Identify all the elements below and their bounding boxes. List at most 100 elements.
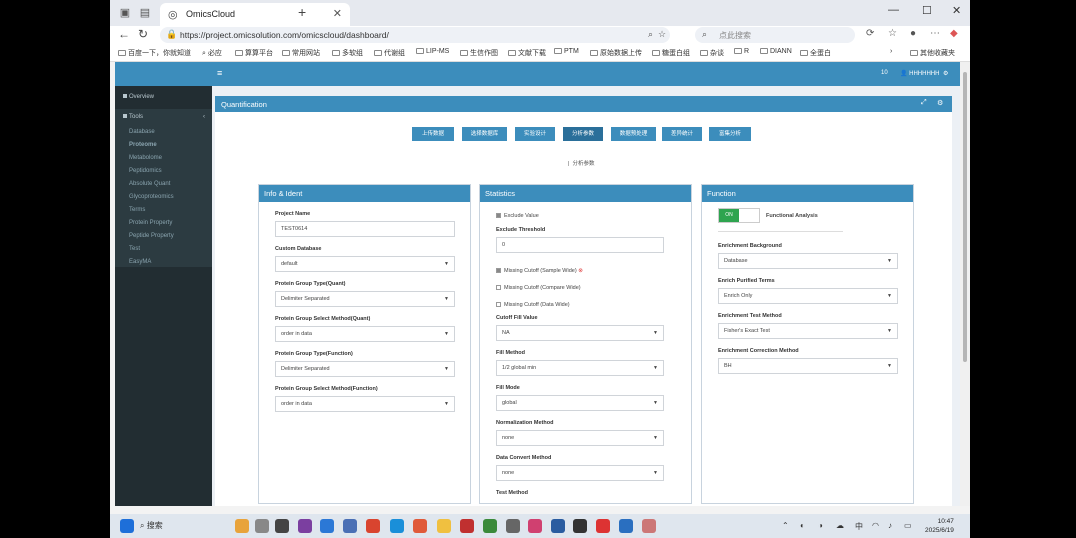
sidebar-item-peptide-property[interactable]: Peptide Property — [129, 233, 174, 239]
app-icon[interactable] — [642, 519, 656, 533]
bookmark-item[interactable]: 百度一下，你就知道 — [118, 48, 191, 58]
bookmark-item[interactable]: 全蛋白 — [800, 48, 831, 58]
app-icon[interactable] — [573, 519, 587, 533]
app-icon[interactable] — [343, 519, 357, 533]
volume-icon[interactable]: ♪ — [888, 521, 892, 530]
widgets-icon[interactable] — [235, 519, 249, 533]
url-text[interactable]: https://project.omicsolution.com/omicscl… — [180, 30, 389, 40]
profile-avatar[interactable]: ● — [910, 28, 916, 39]
close-window-icon[interactable]: ✕ — [952, 4, 961, 17]
menu-toggle-icon[interactable]: ≡ — [217, 68, 222, 78]
step-analysis-params[interactable]: 分析参数 — [563, 127, 603, 141]
project-name-input[interactable]: TEST0614 — [275, 221, 455, 237]
enrich-purified-terms-select[interactable]: Enrich Only ▼ — [718, 288, 898, 304]
maximize-icon[interactable]: ☐ — [922, 4, 932, 17]
cloud-icon[interactable]: ☁ — [836, 521, 844, 530]
page-scrollbar[interactable] — [960, 62, 970, 506]
app-icon[interactable] — [528, 519, 542, 533]
sidebar-item-tools[interactable]: Tools — [123, 114, 143, 120]
wps-icon[interactable] — [596, 519, 610, 533]
fill-method-select[interactable]: 1/2 global min ▼ — [496, 360, 664, 376]
notification-count[interactable]: 10 — [881, 70, 888, 76]
onenote-icon[interactable] — [298, 519, 312, 533]
app-icon[interactable] — [255, 519, 269, 533]
back-icon[interactable]: ← — [118, 27, 130, 41]
pg-method-quant-select[interactable]: order in data ▼ — [275, 326, 455, 342]
folder-icon[interactable] — [437, 519, 451, 533]
enrichment-background-select[interactable]: Database ▼ — [718, 253, 898, 269]
ime-indicator[interactable]: 中 — [855, 521, 863, 532]
sidebar-item-terms[interactable]: Terms — [129, 207, 145, 213]
tray-app-icon[interactable]: ◑ — [818, 521, 823, 530]
settings-icon[interactable]: ⚙ — [937, 99, 943, 107]
exclude-threshold-input[interactable]: 0 — [496, 237, 664, 253]
custom-database-select[interactable]: default ▼ — [275, 256, 455, 272]
favorites-icon[interactable]: ☆ — [888, 28, 897, 39]
step-select-database[interactable]: 选择数据库 — [462, 127, 507, 141]
pg-type-quant-select[interactable]: Delimiter Separated ▼ — [275, 291, 455, 307]
sidebar-item-metabolome[interactable]: Metabolome — [129, 155, 162, 161]
user-menu[interactable]: 👤 HHHHHHH — [900, 70, 939, 77]
lock-icon[interactable]: 🔒 — [166, 29, 177, 40]
step-enrichment[interactable]: 富集分析 — [709, 127, 751, 141]
scrollbar-thumb[interactable] — [963, 72, 967, 362]
exclude-value-checkbox[interactable]: Exclude Value — [496, 213, 539, 219]
enrichment-correction-method-select[interactable]: BH ▼ — [718, 358, 898, 374]
bookmark-item[interactable]: PTM — [554, 48, 579, 55]
app-icon[interactable] — [320, 519, 334, 533]
missing-sample-checkbox[interactable]: Missing Cutoff (Sample Wide) ⊗ — [496, 268, 583, 274]
app-icon[interactable] — [483, 519, 497, 533]
step-diff-stats[interactable]: 差异统计 — [662, 127, 702, 141]
zoom-icon[interactable]: ⌕ — [648, 29, 653, 40]
missing-data-checkbox[interactable]: Missing Cutoff (Data Wide) — [496, 302, 570, 308]
bookmark-item[interactable]: ⌕ 必应 — [202, 48, 222, 58]
expand-icon[interactable]: ⤢ — [921, 99, 927, 107]
edge-browser-icon[interactable] — [390, 519, 404, 533]
bookmark-item[interactable]: 算算平台 — [235, 48, 273, 58]
tray-app-icon[interactable]: ◐ — [800, 521, 805, 530]
browser-tab-omicscloud[interactable]: ◎ OmicsCloud ✕ — [160, 3, 350, 26]
battery-icon[interactable]: ▭ — [904, 521, 912, 530]
url-bar[interactable]: 🔒 https://project.omicsolution.com/omics… — [160, 27, 670, 43]
tab-actions-icon[interactable]: ▤ — [138, 6, 152, 20]
fill-mode-select[interactable]: global ▼ — [496, 395, 664, 411]
bookmark-item[interactable]: R — [734, 48, 749, 55]
favorite-star-icon[interactable]: ☆ — [658, 29, 666, 40]
sidebar-item-database[interactable]: Database — [129, 129, 155, 135]
app-icon[interactable] — [551, 519, 565, 533]
tray-overflow-icon[interactable]: ⌃ — [782, 521, 789, 530]
app-icon[interactable] — [366, 519, 380, 533]
missing-compare-checkbox[interactable]: Missing Cutoff (Compare Wide) — [496, 285, 581, 291]
copilot-icon[interactable]: ◆ — [950, 28, 958, 39]
settings-icon[interactable]: ⚙ — [943, 70, 948, 77]
enrichment-test-method-select[interactable]: Fisher's Exact Test ▼ — [718, 323, 898, 339]
browser-search-box[interactable]: ⌕ 点此搜索 — [695, 27, 855, 43]
functional-analysis-toggle[interactable]: ON — [718, 208, 760, 223]
extensions-icon[interactable]: ⟳ — [866, 28, 874, 39]
minimize-icon[interactable]: — — [888, 4, 899, 16]
step-experiment-design[interactable]: 实验设计 — [515, 127, 555, 141]
sidebar-item-protein-property[interactable]: Protein Property — [129, 220, 172, 226]
bookmarks-overflow-icon[interactable]: › — [890, 48, 892, 55]
sidebar-item-easyma[interactable]: EasyMA — [129, 259, 151, 265]
bookmark-item[interactable]: 常用网站 — [282, 48, 320, 58]
workspaces-icon[interactable]: ▣ — [118, 6, 132, 20]
more-menu-icon[interactable]: ⋯ — [930, 28, 940, 39]
app-icon[interactable] — [460, 519, 474, 533]
bookmark-item[interactable]: 文献下载 — [508, 48, 546, 58]
pg-type-function-select[interactable]: Delimiter Separated ▼ — [275, 361, 455, 377]
new-tab-button[interactable]: + — [298, 4, 306, 20]
wifi-icon[interactable]: ◠ — [872, 521, 879, 530]
bookmark-item[interactable]: 生信作图 — [460, 48, 498, 58]
sidebar-item-peptidomics[interactable]: Peptidomics — [129, 168, 162, 174]
file-explorer-icon[interactable] — [275, 519, 289, 533]
app-icon[interactable] — [619, 519, 633, 533]
bookmark-item[interactable]: 代谢组 — [374, 48, 405, 58]
sidebar-item-overview[interactable]: Overview — [123, 94, 154, 100]
step-upload-data[interactable]: 上传数据 — [412, 127, 454, 141]
chevron-left-icon[interactable]: ‹ — [203, 114, 205, 120]
bookmark-item[interactable]: LIP-MS — [416, 48, 449, 55]
windows-start-icon[interactable] — [120, 519, 134, 533]
app-icon[interactable] — [413, 519, 427, 533]
sidebar-item-absolute-quant[interactable]: Absolute Quant — [129, 181, 170, 187]
